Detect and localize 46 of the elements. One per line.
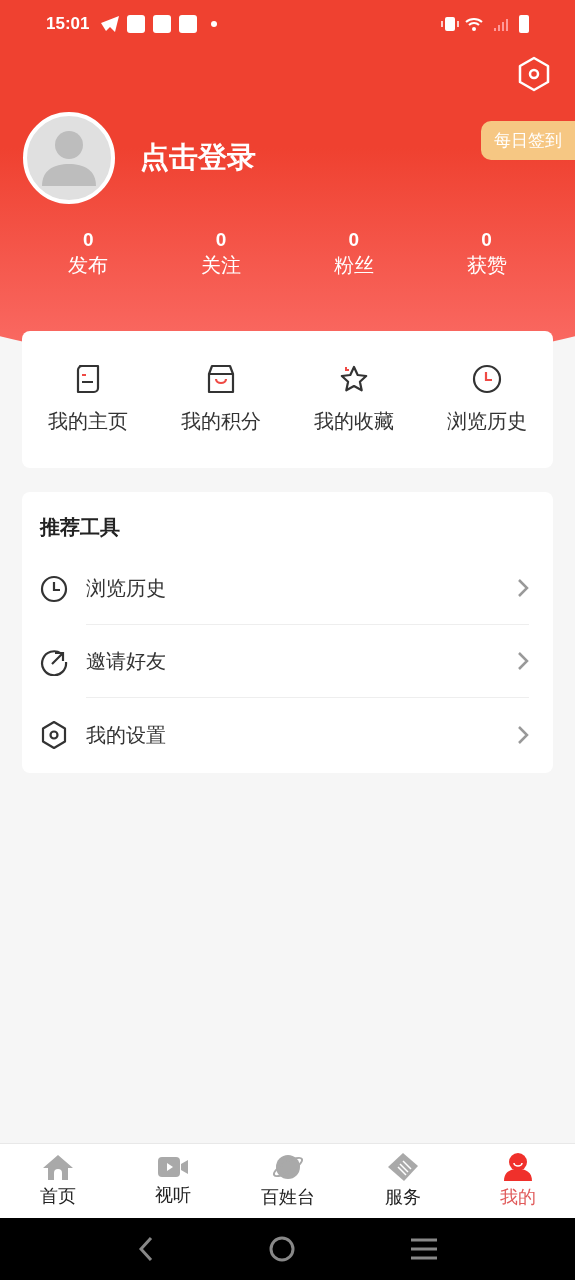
back-icon[interactable] [136,1236,155,1262]
tool-label: 浏览历史 [86,576,167,601]
clock-icon [40,574,68,603]
settings-icon [40,719,68,750]
login-link[interactable]: 点击登录 [140,136,256,180]
menu-icon[interactable] [410,1237,439,1261]
tool-label: 邀请好友 [86,649,167,674]
signal-icon [493,17,509,31]
dot-icon [211,21,218,27]
person-icon [501,1151,534,1182]
tool-row[interactable]: 邀请好友 [22,625,553,698]
stat-count: 0 [83,229,94,251]
clock-icon [471,363,502,394]
chevron-right-icon [517,724,529,745]
tool-row[interactable]: 浏览历史 [22,552,553,625]
stat-label: 关注 [201,253,242,278]
handshake-icon [386,1151,419,1182]
nav-tab[interactable]: 我的 [460,1144,575,1218]
nav-tab[interactable]: 首页 [0,1144,115,1218]
chevron-right-icon [517,651,529,671]
nav-tab[interactable]: 百姓台 [230,1144,345,1218]
nav-tab[interactable]: 视听 [115,1144,230,1218]
home-circle-icon[interactable] [268,1235,297,1263]
vibrate-icon [441,17,459,31]
home-icon [41,1152,74,1181]
shortcut-item[interactable]: 我的收藏 [287,363,421,436]
stat-count: 0 [215,229,227,251]
tool-row[interactable]: 我的设置 [22,698,553,771]
stat-count: 0 [348,229,360,251]
stat-label: 发布 [68,253,109,278]
nav-tab[interactable]: 服务 [345,1144,460,1218]
shortcut-item[interactable]: 我的积分 [154,363,288,436]
chevron-right-icon [517,578,529,598]
tool-label: 我的设置 [86,722,167,748]
stat-label: 粉丝 [333,253,374,278]
share-arrow-icon [40,647,68,676]
stat-count: 0 [481,229,492,251]
paper-plane-icon [101,16,120,32]
settings-icon[interactable] [517,56,551,92]
shortcut-item[interactable]: 浏览历史 [420,363,553,436]
avatar-icon[interactable] [23,112,115,204]
wifi-icon [465,17,483,31]
shortcut-item[interactable]: 我的主页 [22,363,155,436]
status-time: 15:01 [46,13,90,36]
stat-label: 获赞 [466,253,507,278]
section-title: 推荐工具 [38,515,121,540]
